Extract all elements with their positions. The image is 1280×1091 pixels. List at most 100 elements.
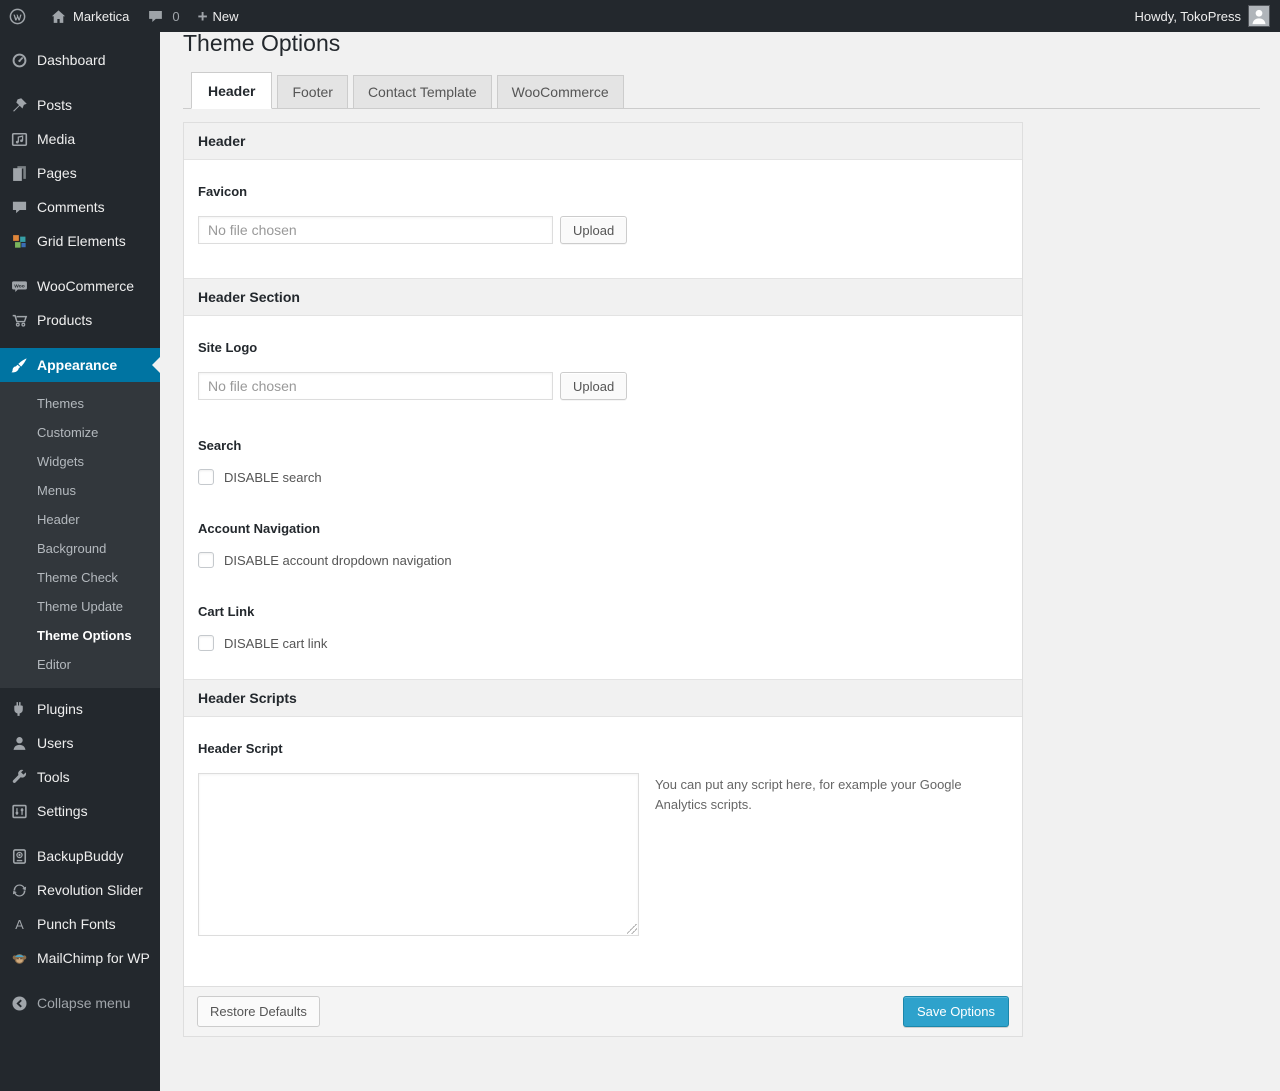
header-script-label: Header Script	[198, 741, 283, 756]
howdy-text: Howdy, TokoPress	[1134, 8, 1241, 24]
sidebar-item-tools[interactable]: Tools	[0, 760, 160, 794]
backup-icon	[9, 846, 29, 866]
plug-icon	[9, 699, 29, 719]
sidebar-item-plugins[interactable]: Plugins	[0, 692, 160, 726]
header-script-textarea[interactable]	[198, 773, 639, 936]
sidebar-item-label: Products	[37, 312, 93, 328]
disable-account-nav-label: DISABLE account dropdown navigation	[224, 552, 452, 568]
sidebar-item-appearance[interactable]: Appearance	[0, 348, 160, 382]
new-content-menu[interactable]: + New	[189, 0, 248, 32]
sidebar-item-grid-elements[interactable]: Grid Elements	[0, 224, 160, 258]
account-navigation-label: Account Navigation	[198, 521, 321, 536]
sidebar-item-label: WooCommerce	[37, 278, 134, 294]
sidebar-item-media[interactable]: Media	[0, 122, 160, 156]
restore-defaults-button[interactable]: Restore Defaults	[197, 996, 320, 1027]
submenu-item-widgets[interactable]: Widgets	[0, 447, 160, 476]
save-options-button[interactable]: Save Options	[902, 996, 1009, 1027]
disable-cart-link-label: DISABLE cart link	[224, 635, 328, 651]
collapse-menu-button[interactable]: Collapse menu	[0, 986, 160, 1020]
submenu-item-editor[interactable]: Editor	[0, 650, 160, 679]
submenu-item-background[interactable]: Background	[0, 534, 160, 563]
letter-a-icon: A	[9, 914, 29, 934]
account-navigation-field: Account Navigation DISABLE account dropd…	[198, 521, 1008, 568]
home-icon	[50, 8, 67, 25]
dashboard-icon	[9, 50, 29, 70]
tab-contact-template[interactable]: Contact Template	[352, 75, 492, 108]
site-logo-field: Site Logo Upload	[198, 340, 1008, 400]
theme-options-panel: Header Favicon Upload Header Section Sit…	[183, 122, 1023, 1037]
sidebar-item-label: Settings	[37, 803, 88, 819]
wrench-icon	[9, 767, 29, 787]
disable-search-label: DISABLE search	[224, 469, 322, 485]
sidebar-item-posts[interactable]: Posts	[0, 88, 160, 122]
main-content: Theme Options Header Footer Contact Temp…	[160, 0, 1280, 1091]
site-logo-label: Site Logo	[198, 340, 258, 355]
menu-separator	[0, 32, 160, 43]
sidebar-item-label: Grid Elements	[37, 233, 126, 249]
submenu-item-theme-check[interactable]: Theme Check	[0, 563, 160, 592]
site-logo-file-input[interactable]	[198, 372, 553, 400]
sidebar-item-mailchimp[interactable]: MailChimp for WP	[0, 941, 160, 975]
sidebar-item-dashboard[interactable]: Dashboard	[0, 43, 160, 77]
paintbrush-icon	[9, 355, 29, 375]
disable-cart-link-checkbox[interactable]	[198, 635, 214, 651]
search-field: Search DISABLE search	[198, 438, 1008, 485]
svg-text:A: A	[15, 916, 24, 931]
menu-separator	[0, 337, 160, 348]
site-name-menu[interactable]: Marketica	[41, 0, 138, 32]
sidebar-item-label: Users	[37, 735, 74, 751]
media-icon	[9, 129, 29, 149]
tab-bar: Header Footer Contact Template WooCommer…	[183, 72, 1260, 109]
search-label: Search	[198, 438, 242, 453]
sliders-icon	[9, 801, 29, 821]
site-name: Marketica	[73, 8, 130, 24]
tab-woocommerce[interactable]: WooCommerce	[496, 75, 624, 108]
submenu-item-theme-options[interactable]: Theme Options	[0, 621, 160, 650]
pushpin-icon	[9, 95, 29, 115]
new-label: New	[212, 8, 239, 24]
comments-menu[interactable]: 0	[138, 0, 188, 32]
sidebar-item-settings[interactable]: Settings	[0, 794, 160, 828]
submenu-item-header[interactable]: Header	[0, 505, 160, 534]
sidebar-item-label: Tools	[37, 769, 70, 785]
tab-footer[interactable]: Footer	[277, 75, 348, 108]
submenu-item-theme-update[interactable]: Theme Update	[0, 592, 160, 621]
menu-separator	[0, 77, 160, 88]
sidebar-item-comments[interactable]: Comments	[0, 190, 160, 224]
comment-bubble-icon	[147, 8, 164, 25]
woocommerce-badge-icon: Woo	[9, 276, 29, 296]
sidebar-item-label: Posts	[37, 97, 73, 113]
sidebar-item-label: BackupBuddy	[37, 848, 124, 864]
sidebar-item-users[interactable]: Users	[0, 726, 160, 760]
tab-header[interactable]: Header	[191, 72, 273, 109]
panel-footer: Restore Defaults Save Options	[184, 986, 1022, 1036]
sidebar-item-label: Pages	[37, 165, 77, 181]
sidebar-item-label: Appearance	[37, 357, 118, 373]
disable-account-nav-checkbox[interactable]	[198, 552, 214, 568]
sidebar-item-revolution-slider[interactable]: Revolution Slider	[0, 873, 160, 907]
sidebar-item-pages[interactable]: Pages	[0, 156, 160, 190]
sidebar-item-products[interactable]: Products	[0, 303, 160, 337]
sidebar-item-label: Collapse menu	[37, 995, 131, 1011]
submenu-item-menus[interactable]: Menus	[0, 476, 160, 505]
disable-search-checkbox[interactable]	[198, 469, 214, 485]
sidebar-item-punch-fonts[interactable]: A Punch Fonts	[0, 907, 160, 941]
submenu-item-customize[interactable]: Customize	[0, 418, 160, 447]
account-menu[interactable]: Howdy, TokoPress	[1126, 0, 1270, 32]
sidebar-item-label: Comments	[37, 199, 105, 215]
plus-icon: +	[197, 6, 208, 26]
sidebar-item-label: Punch Fonts	[37, 916, 116, 932]
monkey-icon	[9, 948, 29, 968]
cart-icon	[9, 310, 29, 330]
sidebar-item-backupbuddy[interactable]: BackupBuddy	[0, 839, 160, 873]
site-logo-upload-button[interactable]: Upload	[560, 372, 628, 400]
grid-elements-icon	[9, 231, 29, 251]
submenu-item-themes[interactable]: Themes	[0, 389, 160, 418]
wordpress-logo-menu[interactable]	[0, 0, 41, 32]
favicon-file-input[interactable]	[198, 216, 553, 244]
sidebar-item-label: Media	[37, 131, 76, 147]
sidebar-item-label: Revolution Slider	[37, 882, 143, 898]
sidebar-item-label: Plugins	[37, 701, 83, 717]
favicon-upload-button[interactable]: Upload	[560, 216, 628, 244]
sidebar-item-woocommerce[interactable]: Woo WooCommerce	[0, 269, 160, 303]
